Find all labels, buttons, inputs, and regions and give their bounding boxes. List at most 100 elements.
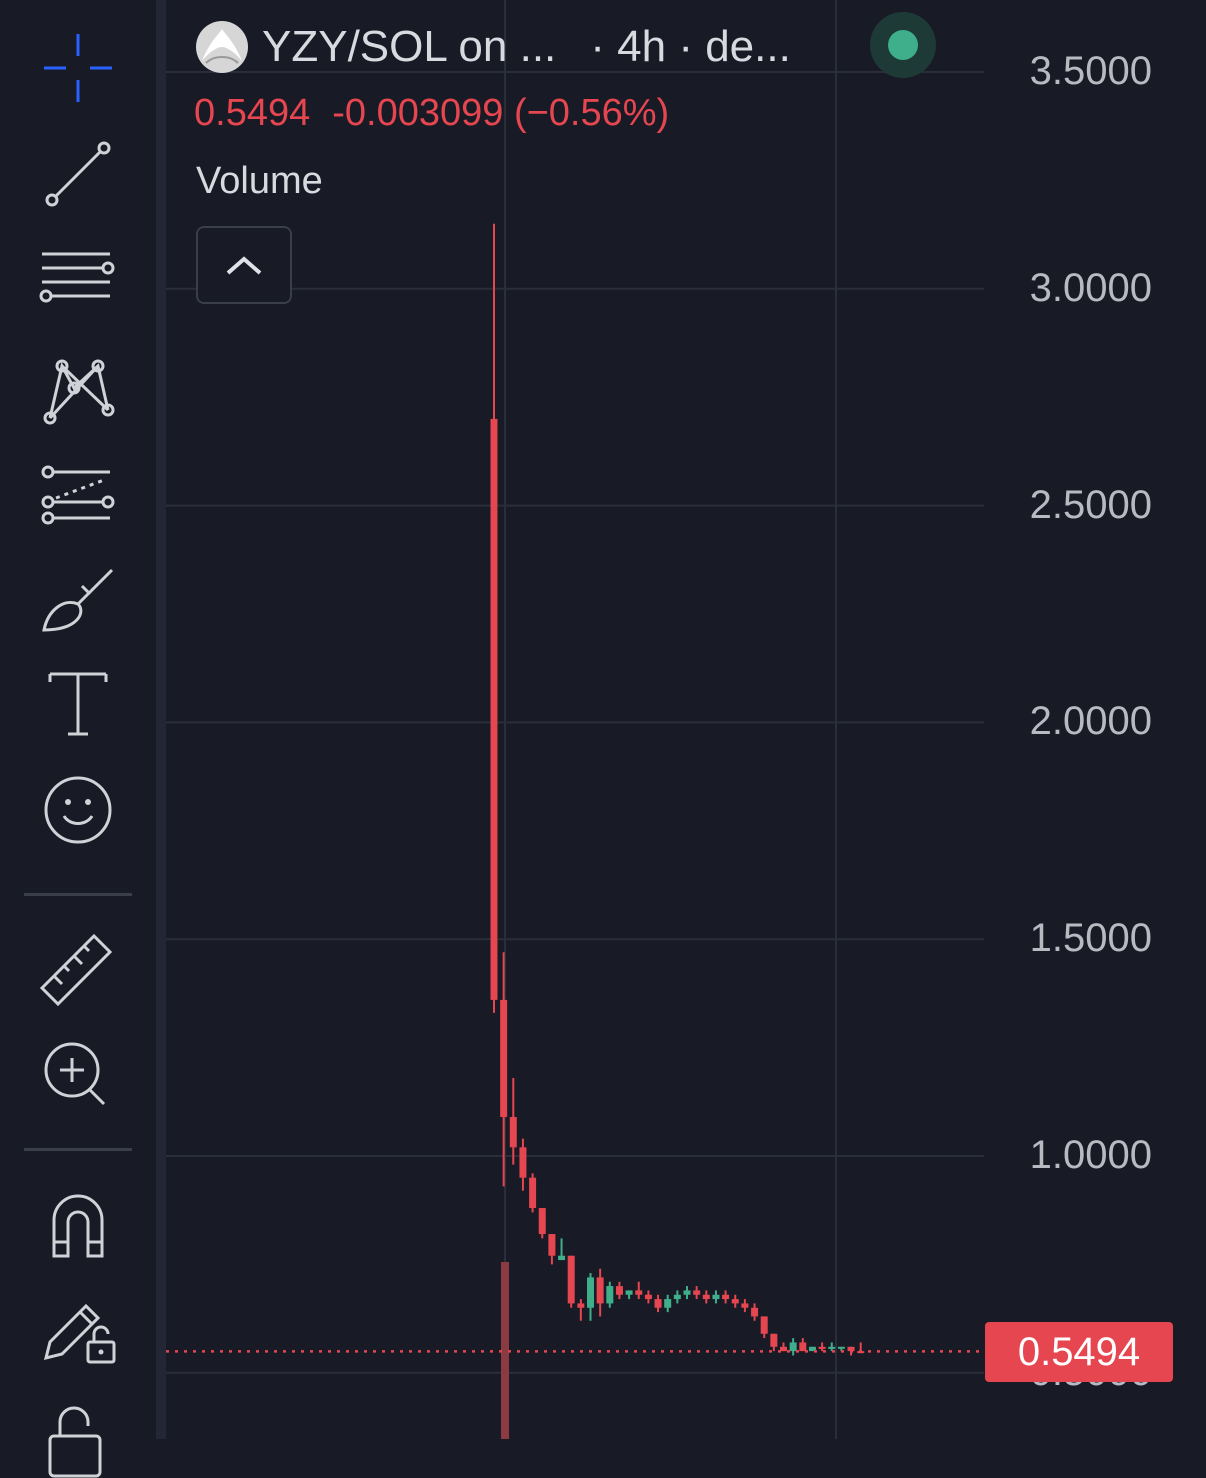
candles	[490, 223, 865, 1356]
drawing-toolbar	[0, 0, 157, 1478]
volume-bars	[501, 1262, 509, 1439]
candle	[615, 1281, 623, 1300]
candle	[490, 223, 498, 1013]
candle	[760, 1316, 768, 1339]
candle-body	[673, 1294, 681, 1300]
candle-body	[789, 1342, 797, 1352]
candle	[558, 1238, 566, 1261]
emoji-icon	[44, 776, 112, 844]
horizontal-lines-tool[interactable]	[28, 238, 128, 322]
volume-bar	[501, 1262, 509, 1439]
unlock-tool[interactable]	[28, 1394, 128, 1478]
candle	[577, 1299, 585, 1321]
zoom-in-tool[interactable]	[28, 1032, 128, 1116]
candle-body	[760, 1316, 768, 1334]
candle-body	[596, 1277, 604, 1304]
price-axis-label: 1.5000	[1029, 916, 1152, 961]
candle-body	[490, 418, 498, 1000]
candle-body	[780, 1346, 787, 1352]
candle	[509, 1077, 517, 1165]
crosshair-icon	[44, 34, 112, 102]
magnet-icon	[52, 1194, 104, 1258]
candle-body	[644, 1294, 652, 1300]
candle	[673, 1290, 681, 1304]
trend-line-tool[interactable]	[28, 132, 128, 216]
crosshair-tool[interactable]	[28, 26, 128, 110]
chevron-up-icon	[226, 256, 262, 275]
candle	[519, 1138, 527, 1191]
lock-drawings-tool[interactable]	[28, 1288, 128, 1372]
brush-tool[interactable]	[28, 556, 128, 640]
candle-body	[500, 999, 508, 1117]
pattern-tool[interactable]	[28, 344, 128, 428]
last-price: 0.5494	[194, 92, 311, 134]
candle	[741, 1299, 749, 1313]
candle	[780, 1342, 787, 1352]
candle-body	[731, 1299, 739, 1304]
interval-label: · 4h · de...	[590, 22, 791, 71]
candle	[751, 1303, 759, 1321]
ruler-tool[interactable]	[28, 926, 128, 1010]
forecast-icon	[41, 465, 115, 525]
candle	[818, 1342, 826, 1352]
candle-body	[837, 1346, 845, 1349]
candle	[500, 952, 508, 1187]
candle	[596, 1268, 604, 1317]
candle-body	[722, 1294, 730, 1300]
candle	[731, 1294, 739, 1308]
chart-grid	[166, 0, 984, 1439]
candle-body	[693, 1290, 701, 1295]
ruler-icon	[39, 933, 113, 1007]
candle-body	[625, 1290, 633, 1295]
candle-body	[828, 1346, 836, 1349]
candle-body	[799, 1342, 807, 1352]
candle	[664, 1294, 672, 1313]
price-axis-label: 3.0000	[1029, 265, 1152, 310]
candle	[587, 1273, 594, 1321]
text-tool[interactable]	[28, 662, 128, 746]
candle	[722, 1290, 730, 1304]
candle-body	[615, 1286, 623, 1295]
candle-body	[529, 1177, 537, 1209]
candle	[529, 1173, 537, 1213]
candle-body	[741, 1303, 749, 1308]
magnet-tool[interactable]	[28, 1182, 128, 1266]
market-status[interactable]	[870, 12, 936, 78]
symbol-legend[interactable]: YZY/SOL on ... · 4h · de...	[196, 20, 791, 74]
candle-body	[635, 1290, 643, 1295]
current-price-tag: 0.5494	[985, 1322, 1173, 1382]
candle-body	[683, 1290, 691, 1295]
candle-body	[654, 1299, 662, 1308]
candle-body	[770, 1333, 778, 1347]
forecast-tool[interactable]	[28, 450, 128, 534]
brush-icon	[42, 568, 114, 632]
toolbar-separator	[24, 893, 132, 896]
candle	[625, 1290, 633, 1300]
candle	[654, 1294, 662, 1313]
candle-body	[548, 1234, 556, 1256]
price-axis-label: 1.0000	[1029, 1133, 1152, 1177]
emoji-tool[interactable]	[28, 768, 128, 852]
price-change: -0.003099 (−0.56%)	[332, 92, 670, 134]
candle-body	[519, 1147, 527, 1178]
candle	[644, 1290, 652, 1304]
candle-body	[538, 1208, 546, 1235]
candle-body	[558, 1255, 566, 1261]
horizontal-lines-icon	[39, 252, 115, 303]
collapse-legend-button[interactable]	[196, 226, 292, 304]
zoom-in-icon	[44, 1042, 106, 1106]
price-axis-label: 2.0000	[1029, 699, 1152, 744]
volume-legend: Volume	[196, 160, 323, 202]
status-dot-icon	[888, 30, 918, 60]
candle	[712, 1290, 720, 1304]
candle	[693, 1286, 701, 1300]
candle	[770, 1333, 778, 1352]
candle-body	[587, 1277, 594, 1308]
toolbar-separator	[24, 1148, 132, 1151]
candle-body	[664, 1299, 672, 1308]
symbol-name: YZY/SOL on ...	[262, 22, 557, 71]
candle-body	[702, 1294, 710, 1300]
pattern-icon	[43, 359, 115, 425]
candle	[683, 1286, 691, 1300]
text-icon	[48, 672, 108, 736]
